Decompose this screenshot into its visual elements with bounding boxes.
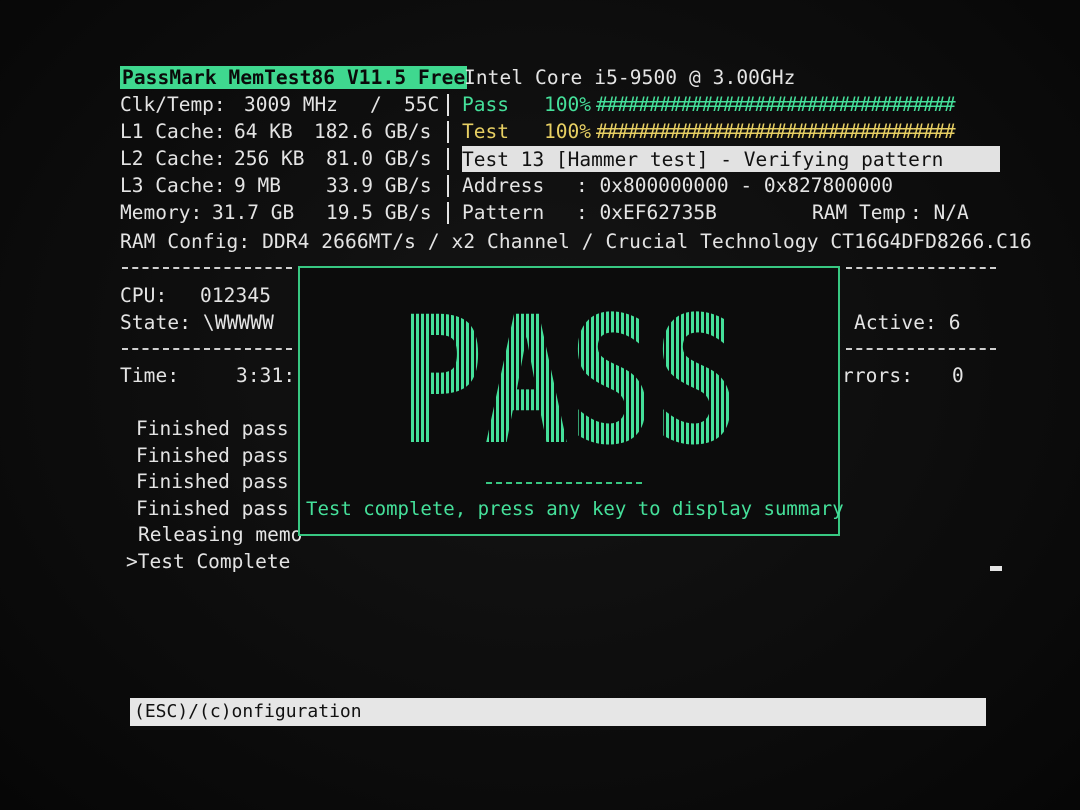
- time-row: Time: 3:31:: [120, 362, 295, 389]
- l2-size: 256 KB: [234, 147, 305, 170]
- pass-result-text: PASS: [399, 300, 739, 448]
- cpu-label: CPU:: [120, 284, 168, 307]
- result-message: Test complete, press any key to display …: [306, 498, 844, 520]
- l2-speed: 81.0 GB/s: [326, 147, 432, 170]
- errors-label: rrors:: [842, 364, 914, 387]
- text-cursor: [990, 566, 1002, 571]
- memory-label: Memory:: [120, 201, 203, 224]
- log-line: Finished pass: [136, 470, 289, 493]
- log-line: Finished pass: [136, 496, 289, 520]
- time-label: Time:: [120, 364, 180, 387]
- test-progress-row: Test 100% ################################…: [462, 118, 956, 145]
- l1-speed: 182.6 GB/s: [314, 120, 432, 143]
- log-line: Finished pass: [136, 417, 289, 440]
- test-progress-bar: ##################################: [596, 120, 956, 143]
- ram-temp-label: RAM Temp: [812, 201, 906, 224]
- pass-progress-bar: ##################################: [596, 93, 956, 116]
- pass-percent: 100%: [544, 93, 591, 116]
- log-line: Finished pass: [136, 443, 289, 467]
- temp-value: 55C: [404, 93, 440, 116]
- log-line: Releasing memo: [138, 523, 303, 546]
- l3-label: L3 Cache:: [120, 174, 226, 197]
- configuration-hint: (ESC)/(c)onfiguration: [134, 701, 362, 722]
- cpu-model: Intel Core i5-9500 @ 3.00GHz: [464, 66, 796, 89]
- result-dialog: PASS Test complete, press any key to dis…: [298, 266, 844, 536]
- l1-label: L1 Cache:: [120, 120, 226, 143]
- active-value: 6: [948, 311, 961, 334]
- address-row: Address : 0x800000000 - 0x827800000: [462, 172, 893, 199]
- app-title: PassMark MemTest86 V11.5 Free: [120, 66, 468, 89]
- current-test: Test 13 [Hammer test] - Verifying patter…: [462, 148, 944, 171]
- clk-temp-row: Clk/Temp: 3009 MHz / 55C: [120, 91, 454, 118]
- address-value: : 0x800000000 - 0x827800000: [576, 174, 893, 197]
- active-label: Active:: [854, 311, 937, 334]
- configuration-hint-bar[interactable]: (ESC)/(c)onfiguration: [130, 698, 986, 726]
- l3-size: 9 MB: [234, 174, 281, 197]
- separator-bar: [447, 175, 449, 197]
- dashed-separator: [122, 267, 292, 269]
- cpu-row: CPU: 012345: [120, 282, 271, 309]
- state-row: State: \WWWWW: [120, 309, 274, 336]
- memory-speed: 19.5 GB/s: [326, 201, 432, 224]
- l2-row: L2 Cache: 256 KB 81.0 GB/s: [120, 145, 454, 172]
- errors-row: rrors: 0: [842, 362, 964, 389]
- memory-row: Memory: 31.7 GB 19.5 GB/s: [120, 199, 454, 226]
- memory-size: 31.7 GB: [212, 201, 295, 224]
- state-label: State:: [120, 311, 192, 334]
- time-value: 3:31:: [236, 364, 296, 387]
- address-label: Address: [462, 174, 545, 197]
- state-value: \WWWWW: [202, 311, 274, 334]
- test-label: Test: [462, 120, 509, 143]
- ram-config-label: RAM Config:: [120, 230, 251, 253]
- separator-bar: [447, 94, 449, 116]
- pass-result-graphic: PASS: [399, 300, 739, 448]
- dashed-separator: [122, 348, 292, 350]
- dashed-separator: [846, 267, 996, 269]
- clk-temp-label: Clk/Temp:: [120, 93, 226, 116]
- l3-speed: 33.9 GB/s: [326, 174, 432, 197]
- pass-progress-row: Pass 100% ################################…: [462, 91, 956, 118]
- ram-config-value: DDR4 2666MT/s / x2 Channel / Crucial Tec…: [262, 230, 1032, 253]
- current-test-bar: Test 13 [Hammer test] - Verifying patter…: [462, 146, 1000, 172]
- active-row: Active: 6: [854, 309, 961, 336]
- separator-bar: [447, 202, 449, 224]
- ram-config-row: RAM Config: DDR4 2666MT/s / x2 Channel /…: [120, 228, 1032, 255]
- clk-value: 3009 MHz: [244, 93, 338, 116]
- pattern-value: : 0xEF62735B: [576, 201, 717, 224]
- log-line: >Test Complete: [126, 549, 291, 573]
- ram-temp-value: : N/A: [910, 201, 969, 224]
- memtest-screen: PassMark MemTest86 V11.5 Free Intel Core …: [0, 0, 1080, 810]
- l3-row: L3 Cache: 9 MB 33.9 GB/s: [120, 172, 454, 199]
- l2-label: L2 Cache:: [120, 147, 226, 170]
- dashed-separator: [486, 482, 642, 484]
- separator-bar: [447, 121, 449, 143]
- header-row: PassMark MemTest86 V11.5 Free Intel Core …: [120, 64, 795, 91]
- pattern-label: Pattern: [462, 201, 545, 224]
- test-percent: 100%: [544, 120, 591, 143]
- errors-value: 0: [952, 364, 964, 387]
- separator-bar: [447, 148, 449, 170]
- dashed-separator: [846, 348, 996, 350]
- pass-label: Pass: [462, 93, 509, 116]
- pattern-row: Pattern : 0xEF62735B RAM Temp: N/A: [462, 199, 982, 226]
- l1-size: 64 KB: [234, 120, 293, 143]
- cpu-value: 012345: [200, 284, 272, 307]
- l1-row: L1 Cache: 64 KB 182.6 GB/s: [120, 118, 454, 145]
- clk-sep: /: [370, 93, 382, 116]
